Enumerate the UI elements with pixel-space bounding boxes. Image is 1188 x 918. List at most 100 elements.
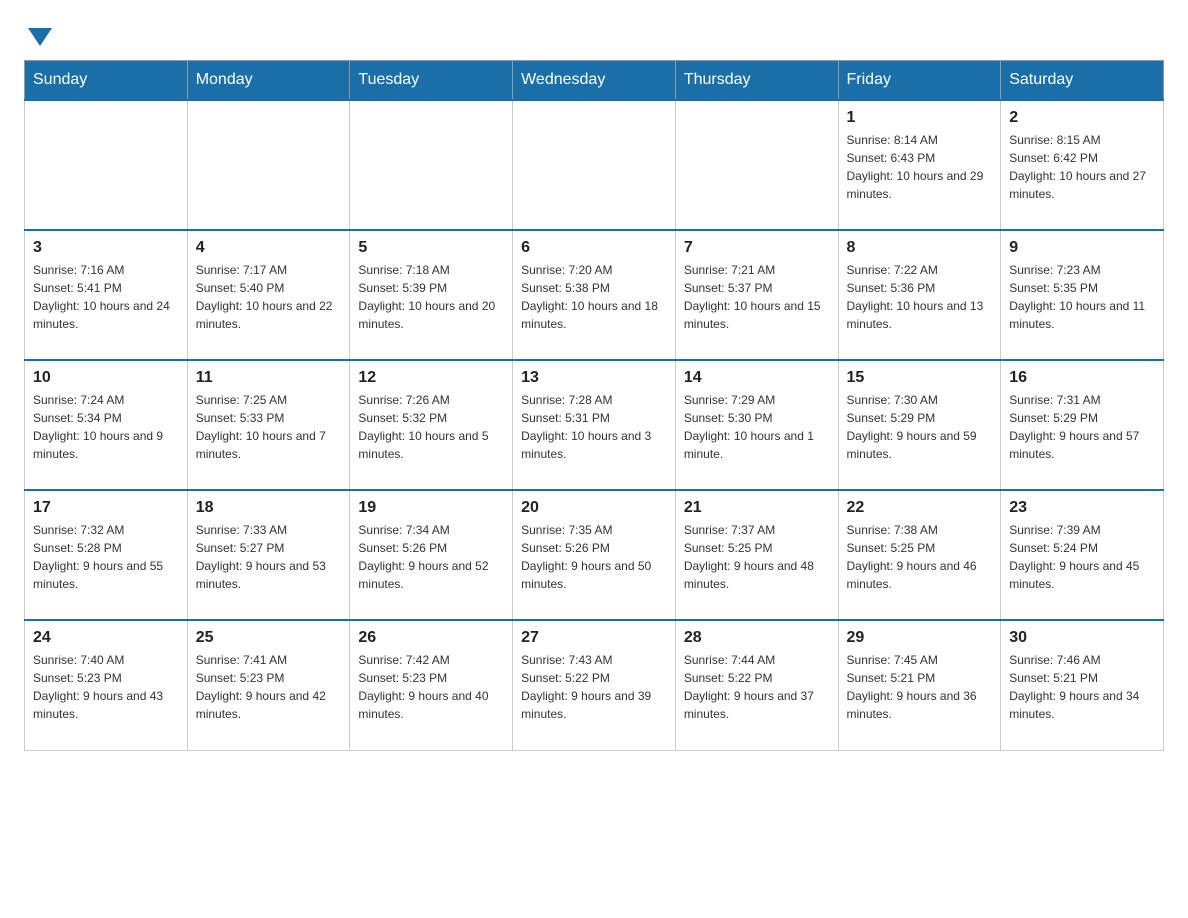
day-number: 23	[1009, 499, 1155, 517]
calendar-cell: 7 Sunrise: 7:21 AMSunset: 5:37 PMDaylight…	[675, 230, 838, 360]
week-row-4: 17 Sunrise: 7:32 AMSunset: 5:28 PMDayligh…	[25, 490, 1164, 620]
day-number: 20	[521, 499, 667, 517]
day-info: Sunrise: 7:31 AMSunset: 5:29 PMDaylight:…	[1009, 391, 1155, 463]
logo-triangle-icon	[28, 28, 52, 46]
calendar-cell: 16 Sunrise: 7:31 AMSunset: 5:29 PMDayligh…	[1001, 360, 1164, 490]
day-info: Sunrise: 7:41 AMSunset: 5:23 PMDaylight:…	[196, 651, 342, 723]
weekday-header-monday: Monday	[187, 61, 350, 101]
calendar-cell: 15Sunrise: 7:30 AMSunset: 5:29 PMDayligh…	[838, 360, 1001, 490]
day-number: 4	[196, 239, 342, 257]
day-info: Sunrise: 7:42 AMSunset: 5:23 PMDaylight:…	[358, 651, 504, 723]
week-row-3: 10 Sunrise: 7:24 AMSunset: 5:34 PMDayligh…	[25, 360, 1164, 490]
day-info: Sunrise: 7:39 AMSunset: 5:24 PMDaylight:…	[1009, 521, 1155, 593]
calendar-cell: 10 Sunrise: 7:24 AMSunset: 5:34 PMDayligh…	[25, 360, 188, 490]
calendar-cell: 4 Sunrise: 7:17 AMSunset: 5:40 PMDaylight…	[187, 230, 350, 360]
week-row-2: 3Sunrise: 7:16 AMSunset: 5:41 PMDaylight…	[25, 230, 1164, 360]
day-info: Sunrise: 7:38 AMSunset: 5:25 PMDaylight:…	[847, 521, 993, 593]
day-number: 28	[684, 629, 830, 647]
weekday-header-friday: Friday	[838, 61, 1001, 101]
calendar-cell	[675, 100, 838, 230]
day-info: Sunrise: 7:22 AMSunset: 5:36 PMDaylight:…	[847, 261, 993, 333]
day-info: Sunrise: 7:18 AMSunset: 5:39 PMDaylight:…	[358, 261, 504, 333]
day-number: 8	[847, 239, 993, 257]
week-row-1: 1 Sunrise: 8:14 AMSunset: 6:43 PMDaylight…	[25, 100, 1164, 230]
day-info: Sunrise: 7:34 AMSunset: 5:26 PMDaylight:…	[358, 521, 504, 593]
calendar-cell: 27Sunrise: 7:43 AMSunset: 5:22 PMDayligh…	[513, 620, 676, 750]
day-info: Sunrise: 7:21 AMSunset: 5:37 PMDaylight:…	[684, 261, 830, 333]
day-info: Sunrise: 7:30 AMSunset: 5:29 PMDaylight:…	[847, 391, 993, 463]
calendar-cell: 8 Sunrise: 7:22 AMSunset: 5:36 PMDaylight…	[838, 230, 1001, 360]
day-info: Sunrise: 7:45 AMSunset: 5:21 PMDaylight:…	[847, 651, 993, 723]
day-info: Sunrise: 7:44 AMSunset: 5:22 PMDaylight:…	[684, 651, 830, 723]
week-row-5: 24 Sunrise: 7:40 AMSunset: 5:23 PMDayligh…	[25, 620, 1164, 750]
day-number: 12	[358, 369, 504, 387]
calendar-cell: 13 Sunrise: 7:28 AMSunset: 5:31 PMDayligh…	[513, 360, 676, 490]
day-info: Sunrise: 7:26 AMSunset: 5:32 PMDaylight:…	[358, 391, 504, 463]
calendar-cell: 11 Sunrise: 7:25 AMSunset: 5:33 PMDayligh…	[187, 360, 350, 490]
day-info: Sunrise: 7:20 AMSunset: 5:38 PMDaylight:…	[521, 261, 667, 333]
calendar-cell: 24 Sunrise: 7:40 AMSunset: 5:23 PMDayligh…	[25, 620, 188, 750]
day-number: 10	[33, 369, 179, 387]
calendar-cell: 6 Sunrise: 7:20 AMSunset: 5:38 PMDaylight…	[513, 230, 676, 360]
day-number: 17	[33, 499, 179, 517]
calendar-header-row: SundayMondayTuesdayWednesdayThursdayFrid…	[25, 61, 1164, 101]
calendar-cell: 22 Sunrise: 7:38 AMSunset: 5:25 PMDayligh…	[838, 490, 1001, 620]
calendar-cell: 18Sunrise: 7:33 AMSunset: 5:27 PMDayligh…	[187, 490, 350, 620]
day-number: 21	[684, 499, 830, 517]
day-number: 18	[196, 499, 342, 517]
day-info: Sunrise: 7:25 AMSunset: 5:33 PMDaylight:…	[196, 391, 342, 463]
day-number: 14	[684, 369, 830, 387]
day-info: Sunrise: 7:37 AMSunset: 5:25 PMDaylight:…	[684, 521, 830, 593]
calendar-cell	[350, 100, 513, 230]
day-info: Sunrise: 7:28 AMSunset: 5:31 PMDaylight:…	[521, 391, 667, 463]
day-info: Sunrise: 7:40 AMSunset: 5:23 PMDaylight:…	[33, 651, 179, 723]
day-info: Sunrise: 8:14 AMSunset: 6:43 PMDaylight:…	[847, 131, 993, 203]
day-info: Sunrise: 7:17 AMSunset: 5:40 PMDaylight:…	[196, 261, 342, 333]
calendar-cell: 26 Sunrise: 7:42 AMSunset: 5:23 PMDayligh…	[350, 620, 513, 750]
day-info: Sunrise: 7:32 AMSunset: 5:28 PMDaylight:…	[33, 521, 179, 593]
calendar-cell	[25, 100, 188, 230]
calendar-cell: 30 Sunrise: 7:46 AMSunset: 5:21 PMDayligh…	[1001, 620, 1164, 750]
calendar-cell	[513, 100, 676, 230]
day-number: 11	[196, 369, 342, 387]
day-number: 26	[358, 629, 504, 647]
calendar-cell: 14 Sunrise: 7:29 AMSunset: 5:30 PMDayligh…	[675, 360, 838, 490]
day-number: 2	[1009, 109, 1155, 127]
day-info: Sunrise: 7:23 AMSunset: 5:35 PMDaylight:…	[1009, 261, 1155, 333]
calendar-cell: 5 Sunrise: 7:18 AMSunset: 5:39 PMDaylight…	[350, 230, 513, 360]
calendar-table: SundayMondayTuesdayWednesdayThursdayFrid…	[24, 60, 1164, 751]
weekday-header-wednesday: Wednesday	[513, 61, 676, 101]
day-number: 24	[33, 629, 179, 647]
weekday-header-saturday: Saturday	[1001, 61, 1164, 101]
calendar-cell: 19 Sunrise: 7:34 AMSunset: 5:26 PMDayligh…	[350, 490, 513, 620]
calendar-cell	[187, 100, 350, 230]
day-number: 22	[847, 499, 993, 517]
day-number: 19	[358, 499, 504, 517]
day-info: Sunrise: 7:35 AMSunset: 5:26 PMDaylight:…	[521, 521, 667, 593]
day-number: 9	[1009, 239, 1155, 257]
day-number: 16	[1009, 369, 1155, 387]
calendar-cell: 12 Sunrise: 7:26 AMSunset: 5:32 PMDayligh…	[350, 360, 513, 490]
day-number: 13	[521, 369, 667, 387]
day-info: Sunrise: 7:29 AMSunset: 5:30 PMDaylight:…	[684, 391, 830, 463]
day-number: 6	[521, 239, 667, 257]
day-number: 7	[684, 239, 830, 257]
day-number: 27	[521, 629, 667, 647]
weekday-header-sunday: Sunday	[25, 61, 188, 101]
day-number: 5	[358, 239, 504, 257]
calendar-cell: 2 Sunrise: 8:15 AMSunset: 6:42 PMDaylight…	[1001, 100, 1164, 230]
calendar-cell: 17 Sunrise: 7:32 AMSunset: 5:28 PMDayligh…	[25, 490, 188, 620]
day-info: Sunrise: 7:46 AMSunset: 5:21 PMDaylight:…	[1009, 651, 1155, 723]
day-info: Sunrise: 7:24 AMSunset: 5:34 PMDaylight:…	[33, 391, 179, 463]
calendar-cell: 21 Sunrise: 7:37 AMSunset: 5:25 PMDayligh…	[675, 490, 838, 620]
weekday-header-tuesday: Tuesday	[350, 61, 513, 101]
calendar-cell: 3Sunrise: 7:16 AMSunset: 5:41 PMDaylight…	[25, 230, 188, 360]
calendar-cell: 29Sunrise: 7:45 AMSunset: 5:21 PMDayligh…	[838, 620, 1001, 750]
day-info: Sunrise: 7:16 AMSunset: 5:41 PMDaylight:…	[33, 261, 179, 333]
page-header	[24, 24, 1164, 44]
calendar-cell: 9 Sunrise: 7:23 AMSunset: 5:35 PMDaylight…	[1001, 230, 1164, 360]
day-number: 1	[847, 109, 993, 127]
day-number: 30	[1009, 629, 1155, 647]
day-info: Sunrise: 8:15 AMSunset: 6:42 PMDaylight:…	[1009, 131, 1155, 203]
calendar-cell: 28 Sunrise: 7:44 AMSunset: 5:22 PMDayligh…	[675, 620, 838, 750]
